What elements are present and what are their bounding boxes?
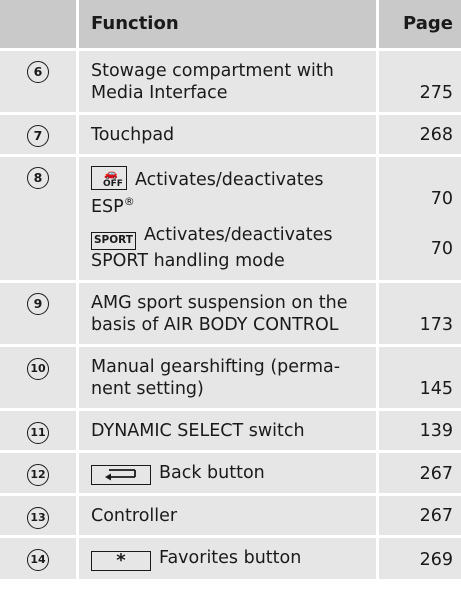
table-row: 10 Manual gearshifting (perma- nent sett… xyxy=(0,347,461,411)
table-row: 12 Back button 267 xyxy=(0,453,461,496)
registered-mark: ® xyxy=(123,195,135,208)
page-number: 173 xyxy=(379,283,461,347)
function-text: Stowage compartment with xyxy=(91,61,334,81)
page-number: 145 xyxy=(379,347,461,411)
function-text: Manual gearshifting (perma- xyxy=(91,357,341,377)
page-number: 139 xyxy=(379,411,461,453)
item-number-badge: 9 xyxy=(27,293,49,315)
function-text: AMG sport suspension on the xyxy=(91,293,348,313)
function-text: Favorites button xyxy=(159,548,302,568)
table-row: 9 AMG sport suspension on the basis of A… xyxy=(0,283,461,347)
table-row: 6 Stowage compartment with Media Interfa… xyxy=(0,51,461,115)
esp-off-key-icon: 🚗 OFF xyxy=(91,166,127,190)
function-text: Activates/deactivates xyxy=(143,225,333,245)
page-number: 268 xyxy=(379,115,461,157)
table-header-row: Function Page xyxy=(0,0,461,51)
function-text: Activates/deactivates xyxy=(135,170,324,190)
function-text: SPORT handling mode xyxy=(91,251,285,271)
page-number: 70 xyxy=(430,189,453,209)
back-arrow-icon xyxy=(91,465,151,485)
function-text: Controller xyxy=(79,496,379,538)
esp-entry: 🚗 OFF Activates/deactivates ESP® xyxy=(91,166,372,218)
table-row: 11 DYNAMIC SELECT switch 139 xyxy=(0,411,461,453)
function-table: Function Page 6 Stowage compartment with… xyxy=(0,0,461,582)
function-text: Back button xyxy=(159,463,265,483)
page-number: 70 xyxy=(430,239,453,259)
sport-entry: SPORT Activates/deactivates SPORT handlin… xyxy=(91,224,372,272)
function-text: basis of AIR BODY CONTROL xyxy=(91,315,339,335)
page-number: 267 xyxy=(379,453,461,496)
header-page: Page xyxy=(379,0,461,51)
page-number: 267 xyxy=(379,496,461,538)
table-row: 7 Touchpad 268 xyxy=(0,115,461,157)
function-text: Touchpad xyxy=(79,115,379,157)
item-number-badge: 12 xyxy=(27,464,49,486)
item-number-badge: 14 xyxy=(27,549,49,571)
sport-key-icon: SPORT xyxy=(91,232,136,250)
function-text: nent setting) xyxy=(91,379,204,399)
function-text: ESP xyxy=(91,197,124,217)
item-number-badge: 7 xyxy=(27,125,49,147)
header-function: Function xyxy=(79,0,379,51)
star-icon: * xyxy=(91,551,151,571)
item-number-badge: 13 xyxy=(27,507,49,529)
page-number: 269 xyxy=(379,538,461,582)
item-number-badge: 10 xyxy=(27,358,49,380)
function-text: Media Interface xyxy=(91,83,228,103)
item-number-badge: 11 xyxy=(27,422,49,444)
item-number-badge: 8 xyxy=(27,167,49,189)
header-number-cell xyxy=(0,0,79,51)
esp-off-label: OFF xyxy=(103,179,123,189)
car-skid-icon: 🚗 xyxy=(104,167,118,180)
table-row: 13 Controller 267 xyxy=(0,496,461,538)
table-row: 8 🚗 OFF Activates/deactivates ESP® SPORT… xyxy=(0,157,461,283)
function-text: DYNAMIC SELECT switch xyxy=(79,411,379,453)
table-row: 14 * Favorites button 269 xyxy=(0,538,461,582)
item-number-badge: 6 xyxy=(27,61,49,83)
page-number: 275 xyxy=(379,51,461,115)
